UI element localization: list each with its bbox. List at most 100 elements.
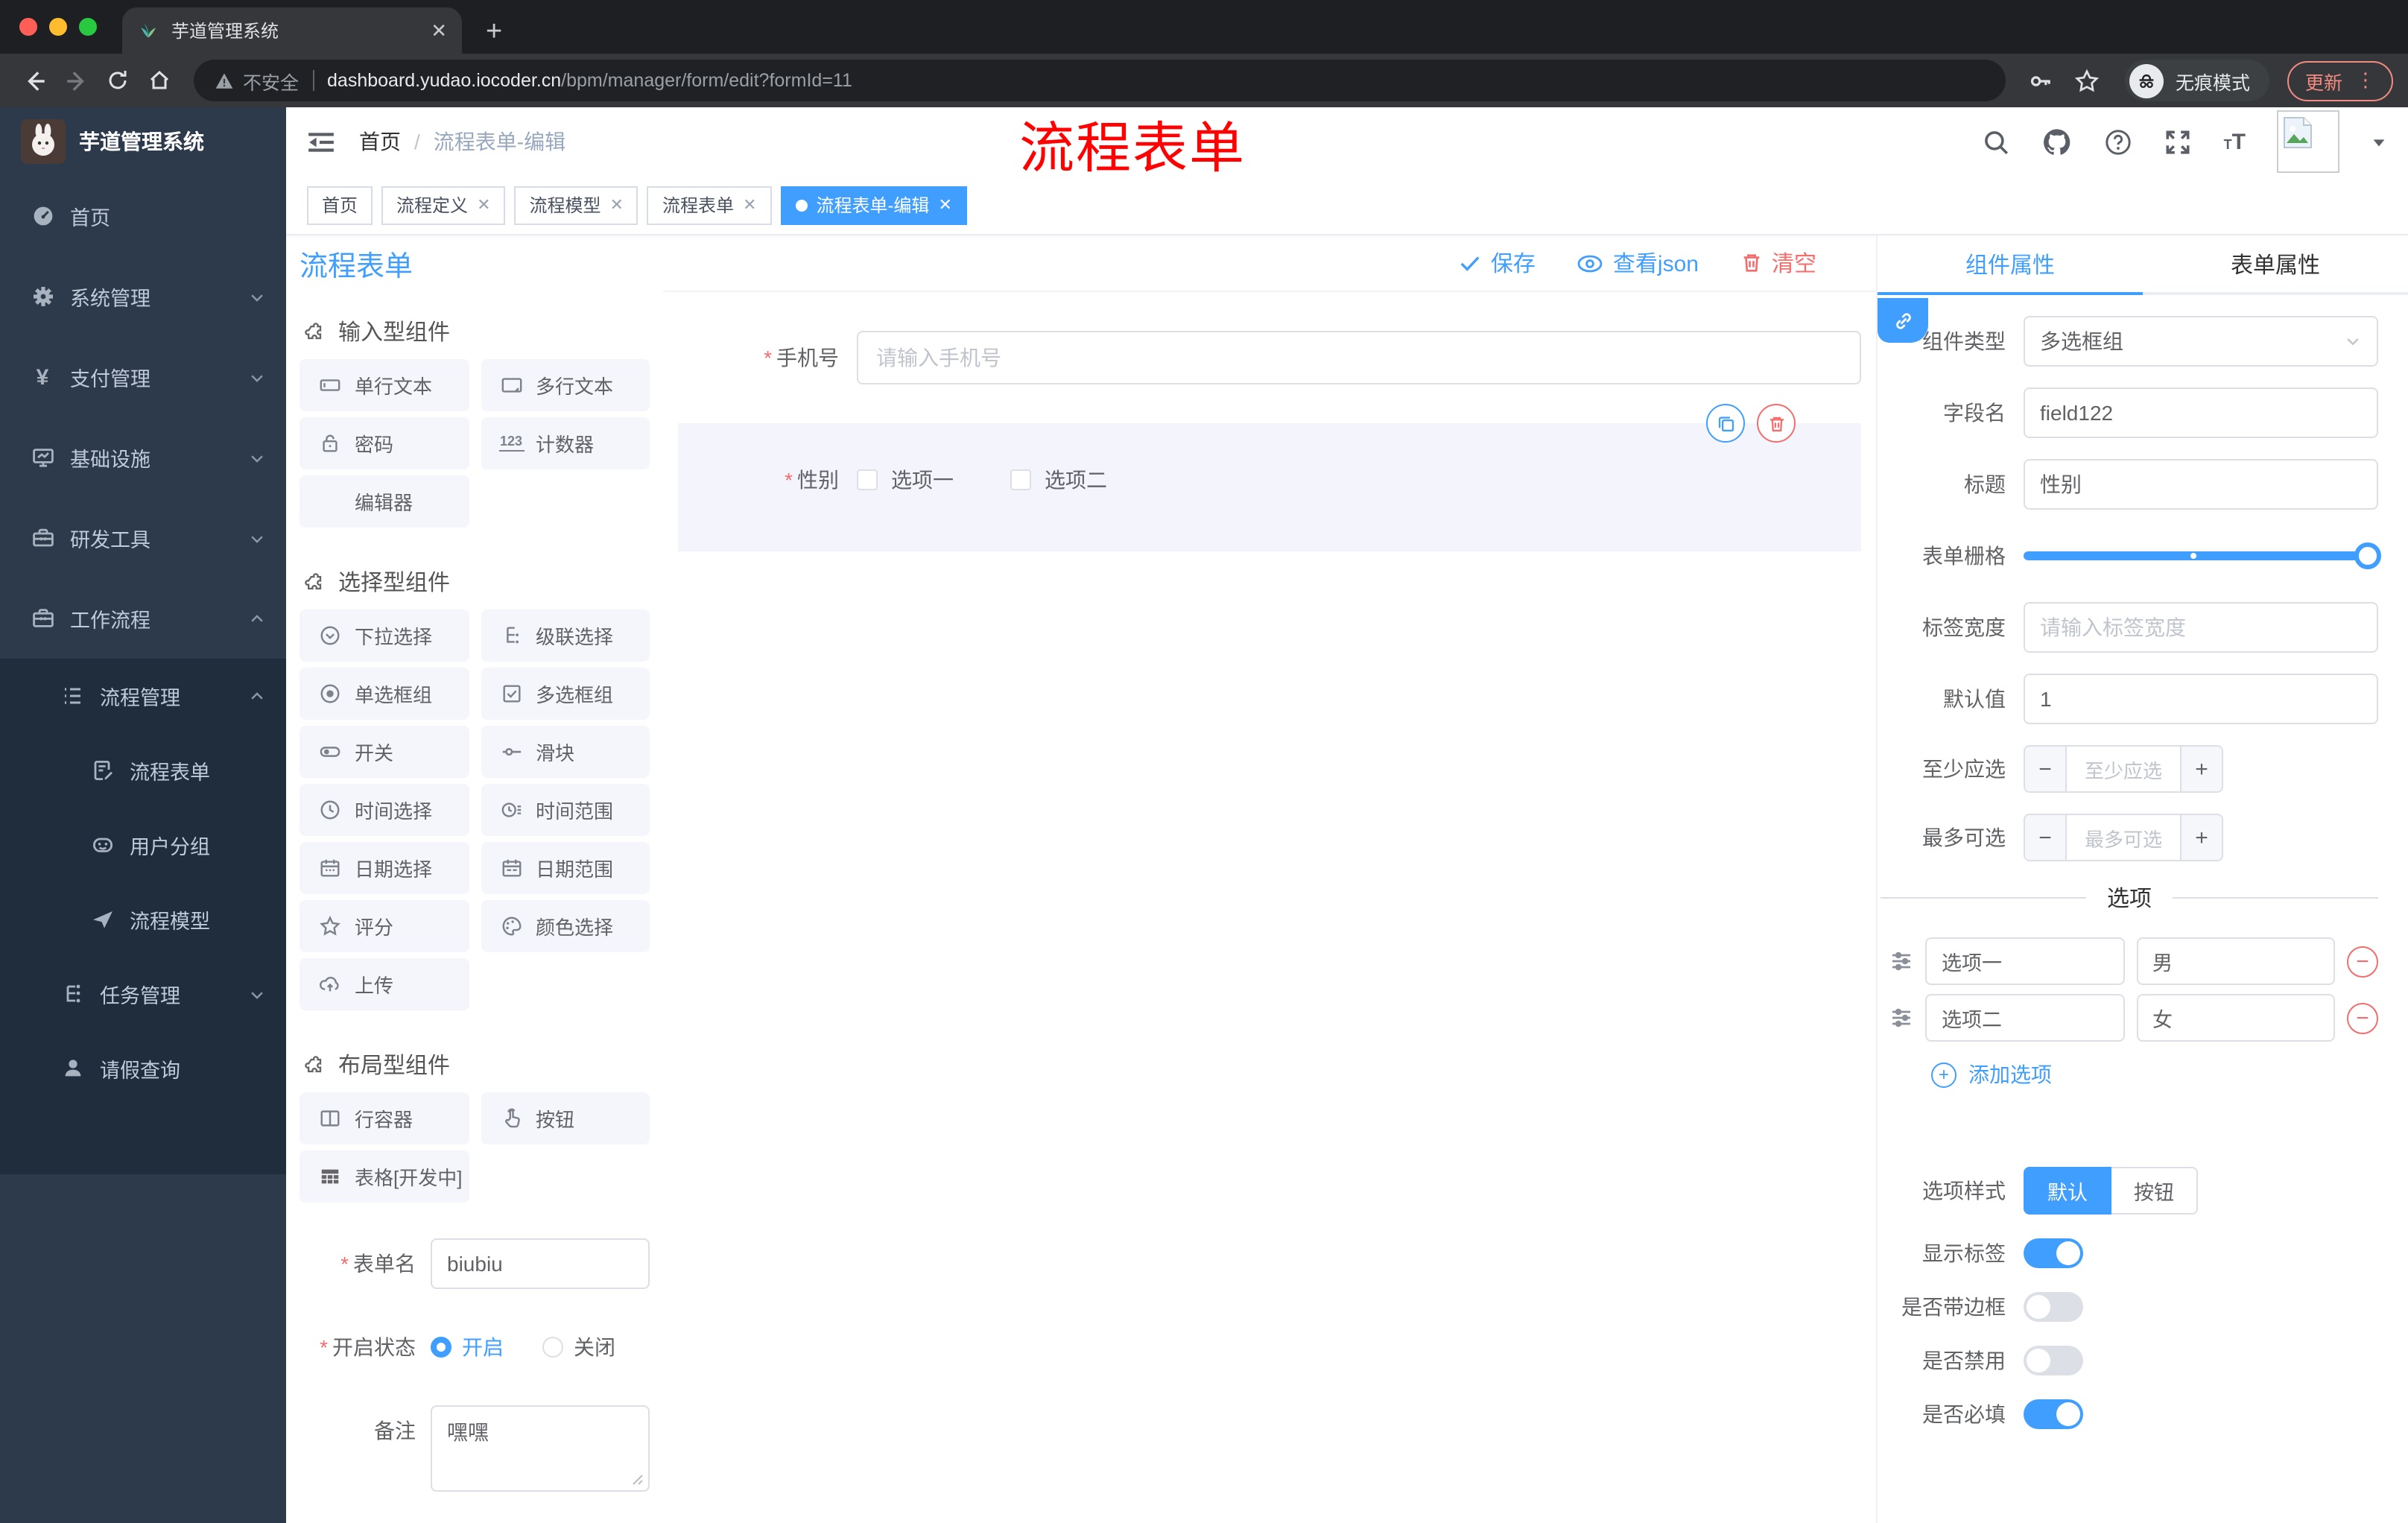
avatar-caret-icon[interactable] [2371,133,2387,150]
tab-close-icon[interactable]: ✕ [431,19,447,42]
checkbox[interactable] [1010,469,1031,490]
plus-button[interactable]: + [2180,747,2222,791]
back-icon[interactable] [15,61,54,100]
not-secure-badge[interactable]: 不安全 [215,66,299,95]
show-label-toggle[interactable] [2024,1238,2083,1268]
status-radio-off[interactable]: 关闭 [542,1332,615,1362]
plus-button[interactable]: + [2180,815,2222,860]
component-cascader[interactable]: 级联选择 [481,609,650,662]
style-button-button[interactable]: 按钮 [2111,1167,2198,1215]
component-radio-group[interactable]: 单选框组 [300,668,469,720]
tag-process-form-edit[interactable]: 流程表单-编辑 ✕ [780,186,967,224]
title-input[interactable] [2024,459,2378,510]
max-select-value[interactable]: 最多可选 [2067,815,2180,860]
disabled-toggle[interactable] [2024,1346,2083,1375]
search-icon[interactable] [1983,127,2011,156]
required-toggle[interactable] [2024,1399,2083,1429]
component-color-picker[interactable]: 颜色选择 [481,900,650,952]
option-label-input[interactable] [1925,937,2124,985]
component-multi-text[interactable]: 多行文本 [481,359,650,411]
remove-option-button[interactable]: − [2347,946,2378,977]
checkbox[interactable] [857,469,878,490]
github-icon[interactable] [2042,126,2073,157]
sidebar-item-system[interactable]: 系统管理 [0,256,286,337]
home-icon[interactable] [140,61,179,100]
gender-option-2[interactable]: 选项二 [1010,465,1107,495]
component-password[interactable]: 密码 [300,417,469,469]
sidebar-item-workflow[interactable]: 工作流程 [0,578,286,659]
component-switch[interactable]: 开关 [300,726,469,778]
tab-component-props[interactable]: 组件属性 [1878,235,2143,295]
component-slider[interactable]: 滑块 [481,726,650,778]
tag-process-model[interactable]: 流程模型 ✕ [514,186,639,224]
option-label-input[interactable] [1925,994,2124,1042]
status-radio-on[interactable]: 开启 [431,1332,504,1362]
drag-handle-icon[interactable] [1889,1006,1913,1030]
link-tab-button[interactable] [1878,298,1928,343]
forward-icon[interactable] [57,61,95,100]
component-checkbox-group[interactable]: 多选框组 [481,668,650,720]
label-width-input[interactable] [2024,602,2378,653]
address-bar[interactable]: 不安全 dashboard.yudao.iocoder.cn/bpm/manag… [194,60,2006,101]
minus-button[interactable]: − [2025,815,2067,860]
component-time-range[interactable]: 时间范围 [481,784,650,836]
tag-process-form[interactable]: 流程表单 ✕ [647,186,772,224]
phone-input[interactable] [857,331,1861,384]
sidebar-item-home[interactable]: 首页 [0,176,286,256]
view-json-button[interactable]: 查看json [1577,247,1699,279]
sidebar-item-process-model[interactable]: 流程模型 [0,882,286,957]
tag-close-icon[interactable]: ✕ [938,195,951,215]
component-time-picker[interactable]: 时间选择 [300,784,469,836]
sidebar-item-user-group[interactable]: 用户分组 [0,808,286,882]
component-upload[interactable]: 上传 [300,958,469,1010]
resize-handle-icon[interactable] [632,1474,644,1486]
copy-component-button[interactable] [1706,404,1745,443]
fullscreen-icon[interactable] [2164,127,2193,156]
field-name-input[interactable] [2024,387,2378,438]
sidebar-item-devtools[interactable]: 研发工具 [0,498,286,578]
remove-option-button[interactable]: − [2347,1002,2378,1033]
component-type-select[interactable]: 多选框组 [2024,316,2378,367]
avatar[interactable] [2277,110,2339,173]
gender-option-1[interactable]: 选项一 [857,465,954,495]
app-logo[interactable]: 芋道管理系统 [0,107,286,176]
border-toggle[interactable] [2024,1292,2083,1322]
style-default-button[interactable]: 默认 [2024,1167,2111,1215]
option-value-input[interactable] [2136,937,2335,985]
component-dropdown[interactable]: 下拉选择 [300,609,469,662]
component-date-range[interactable]: 日期范围 [481,842,650,894]
slider-track[interactable] [2024,542,2381,569]
form-remark-textarea[interactable]: 嘿嘿 [432,1407,648,1490]
sidebar-item-process-mgmt[interactable]: 流程管理 [0,659,286,733]
form-canvas[interactable]: * 手机号 请输入手机号 * 性别 选项一 选项二 [663,292,1876,1523]
close-window-button[interactable] [19,18,37,36]
help-icon[interactable] [2105,127,2133,156]
sidebar-item-task-mgmt[interactable]: 任务管理 [0,957,286,1031]
component-row-container[interactable]: 行容器 [300,1092,469,1144]
component-counter[interactable]: 123 计数器 [481,417,650,469]
new-tab-button[interactable]: + [486,18,502,46]
tag-process-definition[interactable]: 流程定义 ✕ [381,186,506,224]
component-button[interactable]: 按钮 [481,1092,650,1144]
min-select-value[interactable]: 至少应选 [2067,747,2180,791]
slider-handle[interactable] [2354,542,2381,569]
bookmark-star-icon[interactable] [2074,68,2100,93]
component-date-picker[interactable]: 日期选择 [300,842,469,894]
add-option-button[interactable]: + 添加选项 [1931,1060,2378,1089]
delete-component-button[interactable] [1757,404,1796,443]
form-name-input[interactable] [431,1238,650,1289]
reload-icon[interactable] [98,61,137,100]
clear-button[interactable]: 清空 [1740,247,1816,279]
option-value-input[interactable] [2136,994,2335,1042]
sidebar-item-leave-query[interactable]: 请假查询 [0,1031,286,1106]
drag-handle-icon[interactable] [1889,949,1913,973]
breadcrumb-home[interactable]: 首页 [359,127,401,156]
tab-form-props[interactable]: 表单属性 [2143,235,2408,292]
sidebar-item-process-form[interactable]: 流程表单 [0,733,286,808]
minimize-window-button[interactable] [49,18,67,36]
sidebar-item-infrastructure[interactable]: 基础设施 [0,417,286,498]
tag-close-icon[interactable]: ✕ [477,195,490,215]
tag-home[interactable]: 首页 [307,186,373,224]
password-key-icon[interactable] [2028,68,2053,93]
minus-button[interactable]: − [2025,747,2067,791]
